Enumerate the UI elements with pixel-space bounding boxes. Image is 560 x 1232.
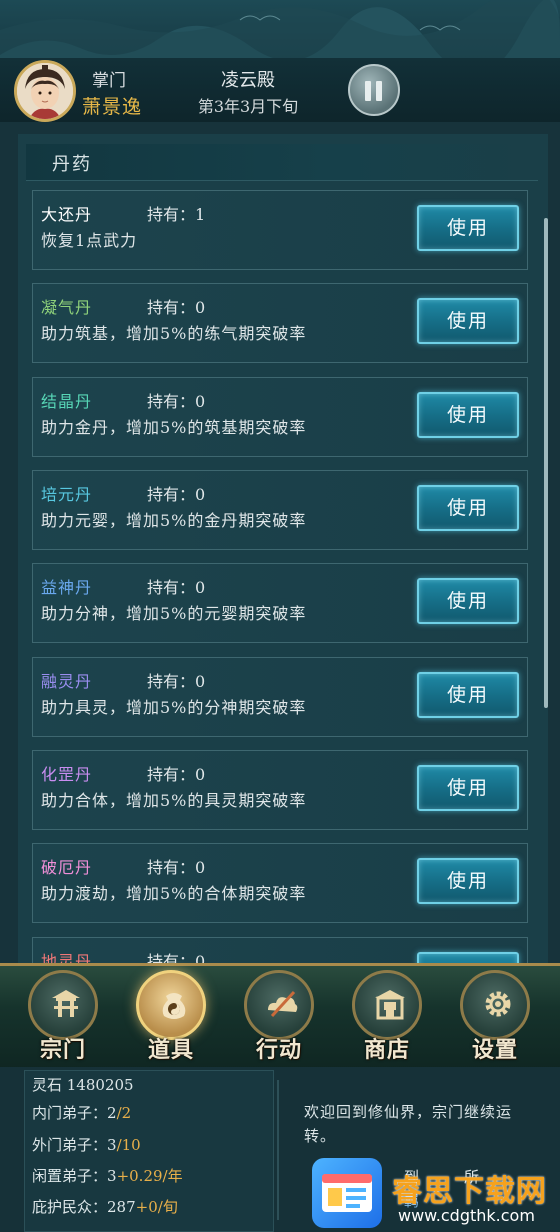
use-button[interactable]: 使用 [417,392,519,438]
sect-name: 凌云殿 [221,70,275,91]
pause-button[interactable] [348,64,400,116]
section-title: 丹药 [52,154,92,175]
outer-value: 3 [107,1136,117,1154]
use-button[interactable]: 使用 [417,672,519,718]
item-row: 破厄丹 持有：0 助力渡劫，增加5%的合体期突破率 使用 [32,843,528,923]
nav-button-circle[interactable] [28,970,98,1040]
inner-label: 内门弟子： [32,1104,108,1122]
section-header: 丹药 [26,144,538,181]
item-count: 持有：0 [147,858,206,877]
item-row: 培元丹 持有：0 助力元婴，增加5%的金丹期突破率 使用 [32,470,528,550]
item-desc: 恢复1点武力 [41,231,138,250]
item-count: 持有：0 [147,578,206,597]
watermark-logo [312,1158,382,1228]
info-divider [277,1080,279,1220]
item-row: 益神丹 持有：0 助力分神，增加5%的元婴期突破率 使用 [32,563,528,643]
inner-max: /2 [116,1104,132,1122]
item-desc: 助力元婴，增加5%的金丹期突破率 [41,511,307,530]
cloud-sword-icon [268,990,298,1018]
shop-icon [375,990,405,1020]
item-desc: 助力金丹，增加5%的筑基期突破率 [41,418,307,437]
item-name: 融灵丹 [41,672,93,691]
outer-max: /10 [116,1136,141,1154]
item-name: 化罡丹 [41,765,93,784]
nav-label: 行动 [255,1037,302,1063]
browser-window-icon [322,1174,372,1212]
people-label: 庇护民众： [32,1198,108,1216]
nav-button-circle[interactable] [136,970,206,1040]
pouch-icon [162,993,186,1019]
outer-disciples-stat: 外门弟子：3/10 [32,1134,141,1155]
use-button[interactable]: 使用 [417,485,519,531]
item-count: 持有：1 [147,205,206,224]
item-row: 化罡丹 持有：0 助力合体，增加5%的具灵期突破率 使用 [32,750,528,830]
item-desc: 助力分神，增加5%的元婴期突破率 [41,604,307,623]
idle-label: 闲置弟子： [32,1167,108,1185]
item-row: 大还丹 持有：1 恢复1点武力 使用 [32,190,528,270]
nav-button-circle[interactable] [244,970,314,1040]
nav-button-circle[interactable] [460,970,530,1040]
watermark-url: www.cdgthk.com [398,1206,535,1225]
item-count: 持有：0 [147,485,206,504]
nav-item[interactable]: 宗门 [24,970,102,1063]
item-desc: 助力具灵，增加5%的分神期突破率 [41,698,307,717]
people-value: 287 [107,1198,136,1216]
item-desc: 助力合体，增加5%的具灵期突破率 [41,791,307,810]
item-name: 大还丹 [41,205,93,224]
nav-label: 商店 [363,1037,410,1063]
use-button[interactable]: 使用 [417,205,519,251]
idle-disciples-stat: 闲置弟子：3+0.29/年 [32,1165,183,1186]
item-row: 凝气丹 持有：0 助力筑基，增加5%的练气期突破率 使用 [32,283,528,363]
inner-disciples-stat: 内门弟子：2/2 [32,1102,131,1123]
item-count: 持有：0 [147,765,206,784]
item-row: 结晶丹 持有：0 助力金丹，增加5%的筑基期突破率 使用 [32,377,528,457]
sect-gate-icon [52,990,80,1017]
item-name: 益神丹 [41,578,93,597]
nav-item[interactable]: 道具 [132,970,210,1063]
spirit-stone-stat: 灵石 1480205 [32,1076,134,1094]
item-count: 持有：0 [147,392,206,411]
nav-button-circle[interactable] [352,970,422,1040]
nav-item[interactable]: 行动 [240,970,318,1063]
use-button[interactable]: 使用 [417,765,519,811]
outer-label: 外门弟子： [32,1136,108,1154]
use-button[interactable]: 使用 [417,858,519,904]
item-count: 持有：0 [147,672,206,691]
item-count: 持有：0 [147,298,206,317]
idle-value: 3 [107,1167,117,1185]
use-button[interactable]: 使用 [417,298,519,344]
inner-value: 2 [107,1104,117,1122]
gear-icon [485,991,511,1017]
item-name: 结晶丹 [41,392,93,411]
item-row: 地灵丹持有：0使用 [32,937,528,998]
item-name: 培元丹 [41,485,93,504]
nav-label: 设置 [471,1037,518,1063]
item-desc: 助力渡劫，增加5%的合体期突破率 [41,884,307,903]
use-button[interactable]: 使用 [417,578,519,624]
item-desc: 助力筑基，增加5%的练气期突破率 [41,324,307,343]
item-name: 凝气丹 [41,298,93,317]
nav-label: 道具 [147,1037,194,1063]
watermark-brand: 睿思下载网 [392,1174,547,1209]
people-stat: 庇护民众：287+0/旬 [32,1196,178,1217]
message-text: 欢迎回到修仙界，宗门继续运转。 [304,1103,513,1145]
game-date: 第3年3月下旬 [197,97,299,116]
nav-item[interactable]: 商店 [348,970,426,1063]
nav-item[interactable]: 设置 [456,970,534,1063]
item-row: 融灵丹 持有：0 助力具灵，增加5%的分神期突破率 使用 [32,657,528,737]
idle-rate: +0.29/年 [116,1167,183,1185]
people-rate: +0/旬 [135,1198,178,1216]
item-name: 破厄丹 [41,858,93,877]
scrollbar[interactable] [544,218,548,708]
nav-label: 宗门 [39,1037,86,1063]
